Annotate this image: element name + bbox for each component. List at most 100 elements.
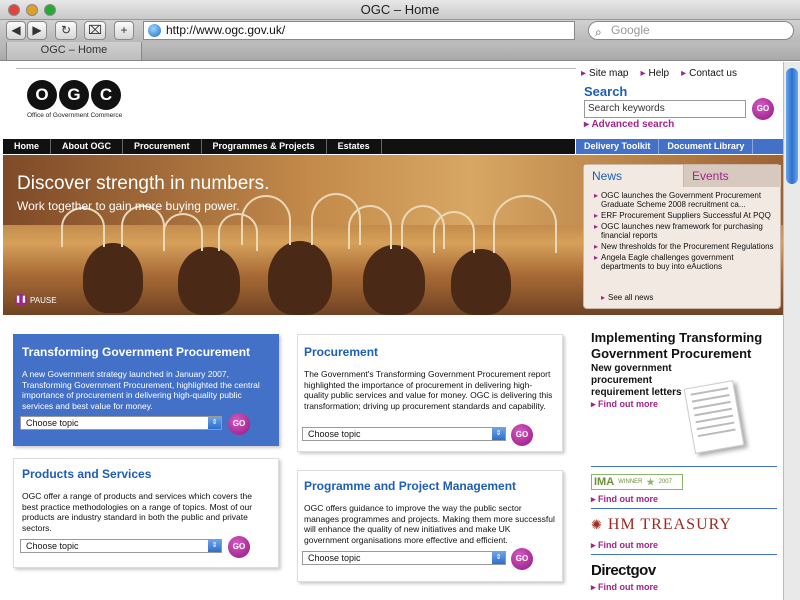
nav-about[interactable]: About OGC [51,139,124,154]
elk-antler [493,195,557,253]
search-keywords-input[interactable]: Search keywords [584,100,746,118]
elk-antler [61,207,105,247]
select-value: Choose topic [26,541,79,551]
nav-delivery-toolkit[interactable]: Delivery Toolkit [576,139,660,154]
news-item[interactable]: OGC launches the Government Procurement … [594,191,778,209]
tab-events[interactable]: Events [683,165,781,187]
divider [591,508,777,509]
card-go-button[interactable]: GO [511,548,533,570]
minimize-window-icon[interactable] [26,4,38,16]
ogc-logo[interactable]: O G C Office of Government Commerce [27,80,137,126]
card-body: OGC offer a range of products and servic… [22,491,253,533]
card-procurement: Procurement The Government's Transformin… [297,334,563,452]
chevron-down-icon: ⇕ [492,552,505,564]
crest-icon: ✺ [591,517,603,532]
window-controls[interactable] [8,4,56,16]
card-body: The Government's Transforming Government… [304,369,553,411]
chevron-down-icon: ⇕ [208,540,221,552]
topic-select[interactable]: Choose topic ⇕ [20,539,222,553]
search-icon: ⌕ [595,25,602,39]
news-item[interactable]: ERF Procurement Suppliers Successful At … [594,211,778,220]
news-panel: News Events OGC launches the Government … [583,164,781,309]
scrollbar-thumb[interactable] [786,68,798,184]
card-title[interactable]: Procurement [304,345,556,359]
web-page: O G C Office of Government Commerce Site… [3,62,783,600]
select-value: Choose topic [308,429,361,439]
news-item[interactable]: New thresholds for the Procurement Regul… [594,242,778,251]
select-value: Choose topic [26,418,79,428]
nav-document-library[interactable]: Document Library [659,139,754,154]
nav-estates[interactable]: Estates [327,139,382,154]
news-list: OGC launches the Government Procurement … [594,191,778,273]
card-title[interactable]: Programme and Project Management [304,479,556,493]
card-transforming: Transforming Government Procurement A ne… [13,334,279,446]
topic-select[interactable]: Choose topic ⇕ [20,416,222,430]
card-go-button[interactable]: GO [511,424,533,446]
select-value: Choose topic [308,553,361,563]
directgov-logo[interactable]: Directgov [591,562,656,579]
google-search-field[interactable]: ⌕ Google [588,21,794,40]
divider [591,466,777,467]
news-item[interactable]: OGC launches new framework for purchasin… [594,222,778,240]
nav-programmes[interactable]: Programmes & Projects [202,139,327,154]
elk-image [178,247,240,315]
sidebar-icon[interactable]: ⌧ [84,21,106,40]
pause-label: PAUSE [30,295,57,305]
topic-select[interactable]: Choose topic ⇕ [302,427,506,441]
find-out-more-link[interactable]: Find out more [591,540,658,551]
news-item[interactable]: Angela Eagle challenges government depar… [594,253,778,271]
card-body: OGC offers guidance to improve the way t… [304,503,555,545]
topic-select[interactable]: Choose topic ⇕ [302,551,506,565]
ima-year: 2007 [658,479,672,485]
utility-links: Site map Help Contact us [581,68,781,79]
url-text: http://www.ogc.gov.uk/ [166,23,286,37]
add-bookmark-button[interactable]: + [114,21,134,40]
card-products: Products and Services OGC offer a range … [13,458,279,568]
nav-home[interactable]: Home [3,139,52,154]
card-title[interactable]: Products and Services [22,467,270,481]
logo-letter-c: C [91,80,121,110]
close-window-icon[interactable] [8,4,20,16]
secondary-nav: Delivery Toolkit Document Library [576,139,783,154]
divider [591,554,777,555]
globe-icon [148,24,161,37]
contact-us-link[interactable]: Contact us [681,68,737,79]
ima-winner-text: WINNER [618,479,643,485]
advanced-search-link[interactable]: Advanced search [584,119,674,130]
pause-control[interactable]: ❚❚ PAUSE [15,294,57,306]
back-button[interactable]: ◀ [6,21,26,40]
hm-treasury-logo[interactable]: ✺ HM TREASURY [591,516,732,534]
chevron-down-icon: ⇕ [208,417,221,429]
browser-toolbar: ◀ ▶ ↻ ⌧ + http://www.ogc.gov.uk/ ⌕ Google [0,20,800,42]
elk-antler [241,195,291,245]
address-bar[interactable]: http://www.ogc.gov.uk/ [143,21,575,40]
window-titlebar: OGC – Home [0,0,800,20]
see-all-news-link[interactable]: See all news [601,293,653,302]
help-link[interactable]: Help [641,68,670,79]
search-label: Search [584,84,628,99]
zoom-window-icon[interactable] [44,4,56,16]
browser-tab[interactable]: OGC – Home [6,42,142,61]
card-go-button[interactable]: GO [228,413,250,435]
nav-procurement[interactable]: Procurement [123,139,202,154]
search-go-button[interactable]: GO [752,98,774,120]
window-title: OGC – Home [360,2,440,17]
ima-label: IMA [594,476,615,488]
tab-news[interactable]: News [584,165,682,187]
hero-subline: Work together to gain more buying power. [17,199,240,213]
card-go-button[interactable]: GO [228,536,250,558]
site-map-link[interactable]: Site map [581,68,628,79]
elk-image [83,243,143,313]
forward-button[interactable]: ▶ [27,21,47,40]
header-rule [16,68,576,69]
ima-winner-logo[interactable]: IMA WINNER ★ 2007 [591,474,683,490]
find-out-more-link[interactable]: Find out more [591,582,658,593]
card-title[interactable]: Transforming Government Procurement [22,345,270,359]
feature-title[interactable]: Implementing Transforming Government Pro… [591,330,781,362]
star-icon: ★ [646,477,655,487]
vertical-scrollbar[interactable] [783,62,800,600]
elk-image [268,241,332,315]
elk-image [363,245,425,315]
reload-button[interactable]: ↻ [55,21,77,40]
find-out-more-link[interactable]: Find out more [591,494,658,505]
